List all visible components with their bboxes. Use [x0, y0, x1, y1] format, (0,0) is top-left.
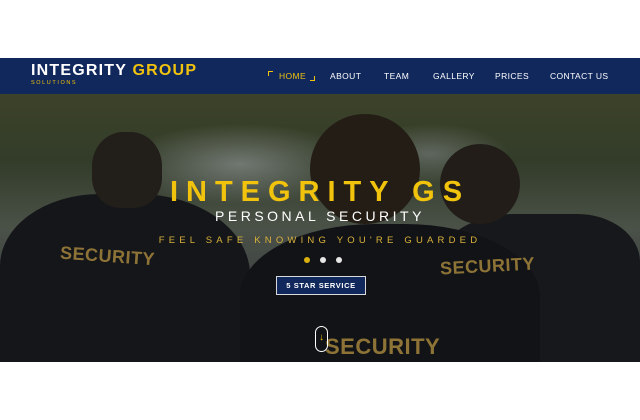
hero-slider: SECURITY SECURITY SECURITY INTEGRITY GS …	[0, 94, 640, 362]
nav-item-home[interactable]: HOME	[279, 58, 306, 94]
nav-item-team[interactable]: TEAM	[384, 58, 409, 94]
active-bracket-top-left	[268, 71, 273, 76]
logo-word-integrity: INTEGRITY	[31, 62, 127, 79]
slider-dot-3[interactable]	[336, 257, 342, 263]
nav-item-about[interactable]: ABOUT	[330, 58, 361, 94]
nav-item-gallery[interactable]: GALLERY	[433, 58, 475, 94]
slider-dot-1[interactable]	[304, 257, 310, 263]
arrow-down-icon: ↓	[319, 332, 324, 343]
five-star-service-button[interactable]: 5 STAR SERVICE	[276, 276, 366, 295]
logo-wordmark: INTEGRITY GROUP	[31, 62, 197, 80]
hero-subtitle: PERSONAL SECURITY	[215, 208, 425, 224]
hero-tagline: FEEL SAFE KNOWING YOU'RE GUARDED	[158, 235, 482, 246]
nav-bar: INTEGRITY GROUP SOLUTIONS HOME ABOUT TEA…	[0, 58, 640, 94]
hero-title: INTEGRITY GS	[169, 176, 471, 208]
scroll-down-button[interactable]: ↓	[315, 326, 328, 352]
nav-item-contact-us[interactable]: CONTACT US	[550, 58, 608, 94]
nav-item-prices[interactable]: PRICES	[495, 58, 529, 94]
logo-subtitle: SOLUTIONS	[31, 80, 78, 86]
slider-dot-2[interactable]	[320, 257, 326, 263]
slider-dots	[300, 257, 346, 265]
logo-word-group: GROUP	[132, 62, 198, 79]
logo[interactable]: INTEGRITY GROUP SOLUTIONS	[31, 62, 197, 87]
hero-overlay	[0, 94, 640, 362]
active-bracket-bottom-right	[310, 76, 315, 81]
